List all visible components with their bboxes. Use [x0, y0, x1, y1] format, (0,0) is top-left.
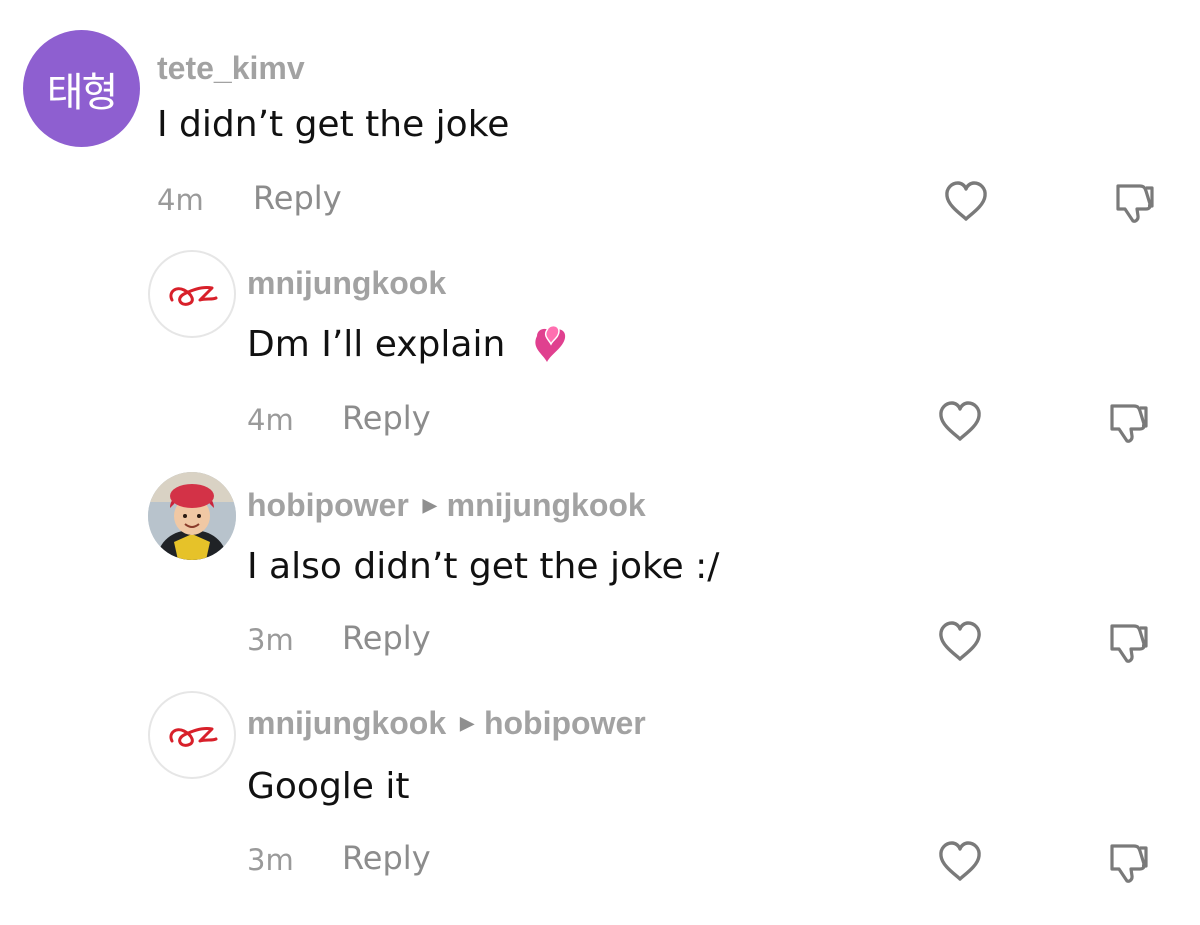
avatar[interactable]: [148, 691, 236, 779]
username[interactable]: mnijungkook ▶ hobipower: [247, 703, 646, 743]
reply-to-username[interactable]: mnijungkook: [447, 487, 646, 524]
username[interactable]: mnijungkook: [247, 263, 446, 303]
username-text: tete_kimv: [157, 49, 305, 86]
heart-icon[interactable]: [942, 178, 990, 226]
thumbs-down-icon[interactable]: [1104, 838, 1152, 886]
heart-icon[interactable]: [936, 618, 984, 666]
username[interactable]: hobipower ▶ mnijungkook: [247, 485, 646, 525]
comment-text-content: I also didn’t get the joke :/: [247, 545, 720, 587]
comment-text: Dm I’ll explain: [247, 318, 571, 370]
timestamp: 3m: [247, 623, 294, 657]
timestamp: 4m: [157, 183, 204, 217]
reply-arrow-icon: ▶: [422, 494, 437, 515]
comment-text-content: Google it: [247, 765, 410, 807]
heart-icon[interactable]: [936, 838, 984, 886]
red-swirl-logo-icon: [169, 727, 218, 747]
reply-to-username[interactable]: hobipower: [484, 705, 646, 742]
username[interactable]: tete_kimv: [157, 48, 305, 88]
username-text: mnijungkook: [247, 264, 447, 301]
reply-button[interactable]: Reply: [342, 619, 431, 657]
comment-text: Google it: [247, 760, 410, 812]
two-hearts-emoji-icon: [535, 324, 566, 362]
comment-text: I also didn’t get the joke :/: [247, 540, 719, 592]
thumbs-down-icon[interactable]: [1104, 618, 1152, 666]
comment-text-content: I didn’t get the joke: [157, 103, 510, 145]
red-swirl-logo-icon: [169, 286, 218, 306]
reply-button[interactable]: Reply: [342, 399, 431, 437]
username-text: hobipower: [247, 486, 409, 523]
avatar[interactable]: [148, 472, 236, 560]
username-text: mnijungkook: [247, 704, 447, 741]
reply-button[interactable]: Reply: [253, 179, 342, 217]
thumbs-down-icon[interactable]: [1110, 178, 1158, 226]
reply-button[interactable]: Reply: [342, 839, 431, 877]
heart-icon[interactable]: [936, 398, 984, 446]
reply-arrow-icon: ▶: [460, 712, 474, 733]
thumbs-down-icon[interactable]: [1104, 398, 1152, 446]
avatar[interactable]: [148, 250, 236, 338]
avatar[interactable]: 태형: [23, 30, 140, 147]
avatar-initials: 태형: [46, 69, 119, 116]
timestamp: 4m: [247, 403, 294, 437]
comment-text: I didn’t get the joke: [157, 100, 509, 148]
timestamp: 3m: [247, 843, 294, 877]
comment-text-content: Dm I’ll explain: [247, 323, 506, 365]
child-in-red-helmet-photo-icon: [148, 472, 236, 560]
